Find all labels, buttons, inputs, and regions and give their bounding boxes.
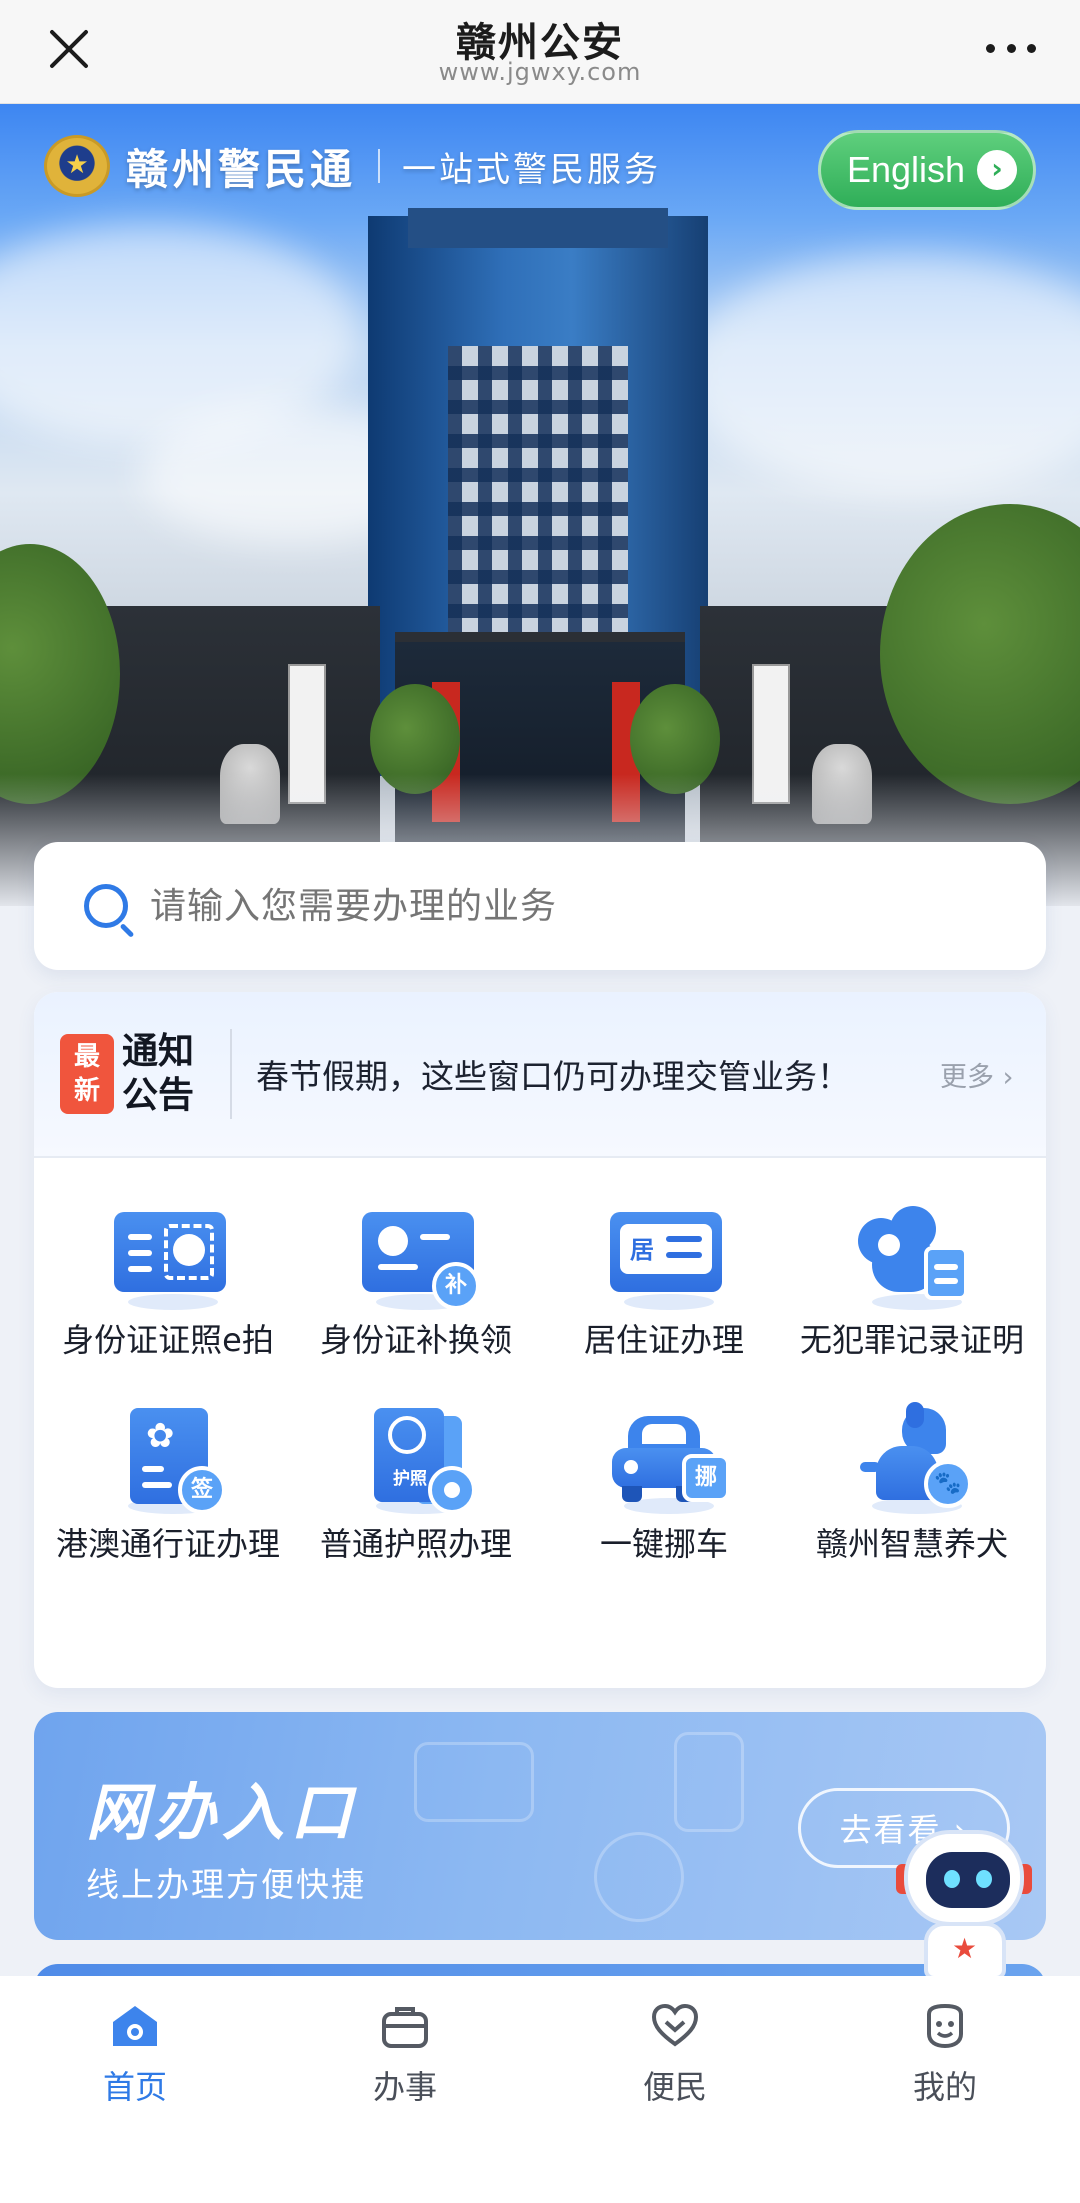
promo-subtitle: 线上办理方便快捷 bbox=[86, 1865, 366, 1904]
latest-badge-line2: 新 bbox=[73, 1076, 100, 1106]
search-input[interactable] bbox=[150, 885, 1010, 927]
notice-label: 通知 公告 bbox=[122, 1030, 212, 1118]
latest-badge: 最 新 bbox=[60, 1034, 114, 1114]
service-item-move-car[interactable]: 挪 一键挪车 bbox=[540, 1408, 788, 1566]
tab-label: 我的 bbox=[912, 2068, 977, 2106]
profile-icon bbox=[921, 2003, 969, 2049]
visa-badge: 签 bbox=[178, 1466, 226, 1514]
notice-label-line2: 公告 bbox=[122, 1075, 195, 1116]
brand-slogan: 一站式警民服务 bbox=[402, 149, 662, 190]
briefcase-icon bbox=[381, 2004, 429, 2048]
residence-badge: 居 bbox=[630, 1236, 654, 1264]
move-badge: 挪 bbox=[682, 1454, 730, 1502]
residence-permit-icon: 居 bbox=[604, 1204, 724, 1310]
service-label: 一键挪车 bbox=[599, 1525, 728, 1563]
browser-bar: 赣州公安 www.jgwxy.com bbox=[0, 0, 1080, 104]
tab-home[interactable]: 首页 bbox=[0, 1976, 270, 2203]
service-label: 港澳通行证办理 bbox=[55, 1525, 280, 1563]
service-label: 居住证办理 bbox=[583, 1321, 744, 1359]
notice-label-line1: 通知 bbox=[122, 1031, 195, 1072]
tab-label: 办事 bbox=[372, 2068, 437, 2106]
heart-icon bbox=[651, 2003, 699, 2048]
notice-bar[interactable]: 最 新 通知 公告 春节假期，这些窗口仍可办理交管业务！ 更多 › bbox=[34, 992, 1046, 1158]
english-label: English bbox=[847, 149, 966, 190]
brand-divider bbox=[378, 149, 381, 183]
bottom-tab-bar: 首页 办事 便民 我的 bbox=[0, 1976, 1080, 2203]
service-item-id-reissue[interactable]: 补 身份证补换领 bbox=[292, 1204, 540, 1362]
passport-icon: 护照 bbox=[356, 1408, 476, 1514]
hero-banner: 赣州警民通 一站式警民服务 English › bbox=[0, 104, 1080, 914]
brand-name: 赣州警民通 bbox=[126, 144, 357, 194]
service-label: 无犯罪记录证明 bbox=[799, 1321, 1024, 1359]
notice-more-link[interactable]: 更多 › bbox=[940, 1055, 1013, 1094]
id-photo-icon bbox=[108, 1204, 228, 1310]
page-url: www.jgwxy.com bbox=[438, 58, 642, 86]
move-car-icon: 挪 bbox=[604, 1408, 730, 1514]
service-item-residence-permit[interactable]: 居 居住证办理 bbox=[540, 1204, 788, 1362]
hk-macau-permit-icon: ✿ 签 bbox=[108, 1408, 228, 1514]
notice-text[interactable]: 春节假期，这些窗口仍可办理交管业务！ bbox=[256, 1050, 936, 1098]
service-label: 身份证补换领 bbox=[319, 1321, 512, 1359]
brand-header: 赣州警民通 一站式警民服务 bbox=[44, 134, 661, 198]
services-card: 最 新 通知 公告 春节假期，这些窗口仍可办理交管业务！ 更多 › 身份证证照e… bbox=[34, 992, 1046, 1688]
assistant-robot-icon[interactable]: ★ bbox=[894, 1830, 1034, 1980]
tab-label: 首页 bbox=[102, 2068, 167, 2106]
service-item-hk-macau-permit[interactable]: ✿ 签 港澳通行证办理 bbox=[44, 1408, 292, 1566]
service-item-no-crime-record[interactable]: 无犯罪记录证明 bbox=[788, 1204, 1036, 1362]
id-reissue-icon: 补 bbox=[356, 1204, 480, 1310]
service-label: 普通护照办理 bbox=[319, 1525, 512, 1563]
reissue-badge: 补 bbox=[432, 1262, 480, 1310]
english-button[interactable]: English › bbox=[818, 130, 1036, 210]
police-emblem-icon bbox=[44, 135, 110, 197]
notice-divider bbox=[230, 1029, 232, 1119]
service-item-id-photo[interactable]: 身份证证照e拍 bbox=[44, 1204, 292, 1362]
no-crime-record-icon bbox=[852, 1204, 972, 1310]
service-label: 身份证证照e拍 bbox=[62, 1321, 274, 1359]
tab-label: 便民 bbox=[642, 2068, 707, 2106]
tab-services[interactable]: 办事 bbox=[270, 1976, 540, 2203]
tab-profile[interactable]: 我的 bbox=[810, 1976, 1080, 2203]
chevron-right-icon: › bbox=[977, 150, 1018, 190]
service-item-passport[interactable]: 护照 普通护照办理 bbox=[292, 1408, 540, 1566]
search-bar[interactable] bbox=[34, 842, 1046, 970]
service-label: 赣州智慧养犬 bbox=[815, 1525, 1008, 1563]
search-icon bbox=[84, 884, 128, 928]
service-grid: 身份证证照e拍 补 身份证补换领 居 居住证办理 无犯罪记录证明 ✿ 签 港澳通… bbox=[34, 1158, 1046, 1566]
latest-badge-line1: 最 bbox=[73, 1042, 100, 1072]
more-options-icon[interactable] bbox=[986, 36, 1036, 60]
promo-title: 网办入口 bbox=[86, 1776, 359, 1849]
service-item-smart-dog[interactable]: 🐾 赣州智慧养犬 bbox=[788, 1402, 1036, 1566]
tab-convenience[interactable]: 便民 bbox=[540, 1976, 810, 2203]
smart-dog-icon: 🐾 bbox=[852, 1402, 972, 1514]
home-icon bbox=[111, 2004, 159, 2048]
